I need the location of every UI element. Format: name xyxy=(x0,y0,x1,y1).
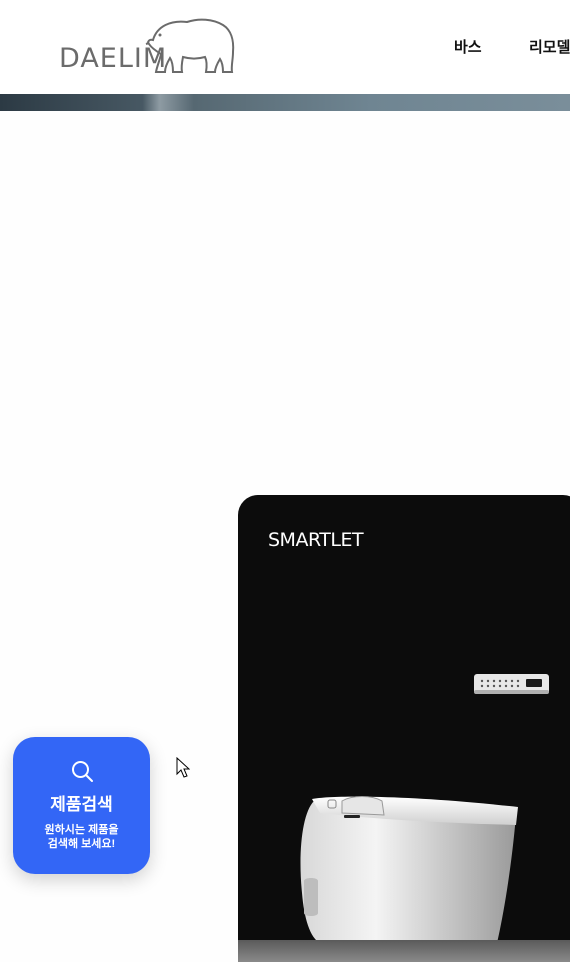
search-widget-description: 원하시는 제품을 검색해 보세요! xyxy=(23,823,140,851)
product-search-button[interactable]: 제품검색 원하시는 제품을 검색해 보세요! xyxy=(13,737,150,874)
polar-bear-icon xyxy=(145,18,235,73)
search-icon xyxy=(72,761,93,782)
daelim-logo[interactable]: DAELIM xyxy=(57,16,237,76)
search-widget-title: 제품검색 xyxy=(50,795,113,814)
search-desc-line-1: 원하시는 제품을 xyxy=(44,824,119,836)
hero-banner-strip xyxy=(0,94,570,111)
wall-remote-control xyxy=(474,674,549,694)
mouse-pointer-icon xyxy=(176,757,190,778)
nav-bath[interactable]: 바스 xyxy=(454,36,482,57)
card-floor xyxy=(238,940,570,962)
smartlet-product-card[interactable]: SMARTLET xyxy=(238,495,570,962)
site-header: DAELIM 바스 리모델 xyxy=(0,0,570,94)
search-desc-line-2: 검색해 보세요! xyxy=(47,838,116,850)
nav-remodel[interactable]: 리모델 xyxy=(529,36,570,57)
card-title: SMARTLET xyxy=(268,529,364,551)
smart-toilet-image xyxy=(300,796,518,943)
